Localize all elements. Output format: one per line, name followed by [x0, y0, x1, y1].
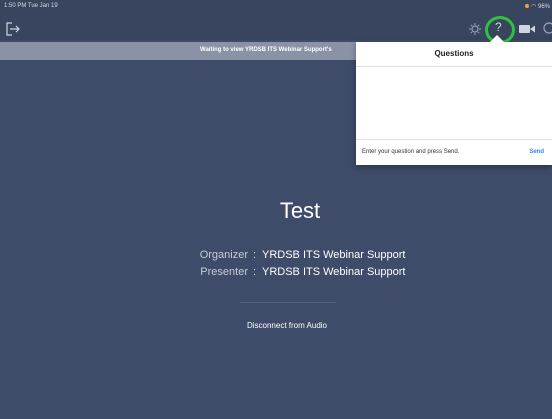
meeting-info: Organizer : YRDSB ITS Webinar Support Pr…	[0, 249, 552, 283]
questions-footer: Enter your question and press Send. Send	[356, 140, 552, 166]
organizer-label: Organizer	[199, 249, 248, 261]
meeting-title: Test	[279, 198, 321, 223]
questions-list	[356, 67, 552, 140]
send-button[interactable]: Send	[529, 149, 544, 155]
organizer-row: Organizer : YRDSB ITS Webinar Support	[0, 249, 552, 266]
battery-level: 96%	[537, 4, 550, 10]
presenter-value: YRDSB ITS Webinar Support	[262, 266, 406, 278]
divider	[240, 302, 336, 303]
cut-icon[interactable]	[543, 21, 552, 35]
banner-text: Waiting to view YRDSB ITS Webinar Suppor…	[200, 47, 332, 53]
disconnect-audio-button[interactable]: Disconnect from Audio	[0, 321, 552, 330]
leave-icon[interactable]	[4, 21, 24, 37]
question-input[interactable]: Enter your question and press Send.	[362, 149, 459, 155]
presenter-label: Presenter	[200, 266, 248, 278]
questions-panel: Questions Enter your question and press …	[356, 35, 552, 166]
presenter-separator: :	[253, 266, 257, 278]
settings-icon[interactable]	[467, 22, 483, 36]
wifi-icon: ◠	[531, 4, 537, 10]
orange-dot-icon	[525, 4, 530, 9]
presenter-row: Presenter : YRDSB ITS Webinar Support	[0, 266, 552, 283]
video-icon[interactable]	[518, 23, 536, 35]
status-time: 1:50 PM Tue Jan 19	[4, 3, 58, 9]
questions-title: Questions	[356, 42, 552, 67]
status-right: ◠ 96%	[525, 3, 550, 10]
meeting-toolbar: ?	[0, 16, 552, 44]
organizer-separator: :	[253, 249, 257, 261]
organizer-value: YRDSB ITS Webinar Support	[262, 249, 406, 261]
question-icon[interactable]: ?	[495, 20, 502, 34]
status-bar: 1:50 PM Tue Jan 19 ◠ 96%	[0, 0, 552, 16]
